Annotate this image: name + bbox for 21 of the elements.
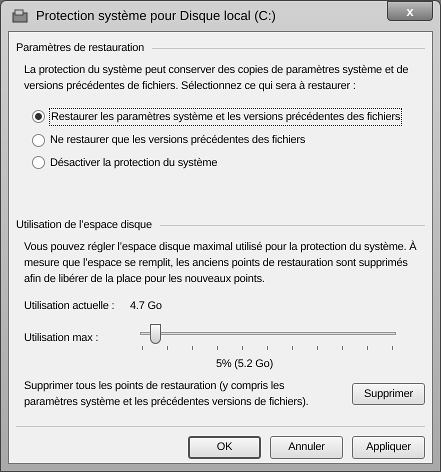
radio-button[interactable]: [32, 110, 45, 124]
delete-description: Supprimer tous les points de restauration (y compris les paramètres système et les précédentes versions de fichiers).: [24, 379, 310, 410]
dialog-button[interactable]: OK: [188, 436, 261, 459]
section-heading: Utilisation de l’espace disque: [16, 218, 152, 233]
max-usage-label: Utilisation max :: [24, 331, 100, 346]
max-usage-value: 5% (5.2 Go): [216, 356, 274, 372]
window-title: Protection système pour Disque local (C:): [36, 7, 277, 26]
description-text: La protection du système peut conserver des copies de paramètres système et de versions précédentes de fichiers. Sélectionnez ce qui sera à restaurer :: [23, 62, 410, 94]
radio-option[interactable]: Désactiver la protection du système: [32, 154, 425, 171]
section-heading: Paramètres de restauration: [16, 41, 144, 56]
dialog-button[interactable]: Annuler: [270, 436, 343, 459]
current-usage-label: Utilisation actuelle :: [24, 299, 116, 314]
window-icon: [12, 8, 28, 24]
radio-button[interactable]: [32, 134, 45, 147]
radio-button[interactable]: [32, 156, 45, 170]
delete-button[interactable]: Supprimer: [352, 383, 425, 405]
radio-option[interactable]: Ne restaurer que les versions précédentes des fichiers: [32, 132, 425, 148]
slider-thumb[interactable]: [150, 324, 161, 344]
dialog-button[interactable]: Appliquer: [352, 436, 425, 459]
current-usage-value: 4.7 Go: [130, 299, 162, 314]
description-text: Vous pouvez régler l’espace disque maximal utilisé pour la protection du système. À mesure que l’espace se remplit, les anciens points de restauration sont supprimés afin de libérer de la place pour les nouveaux points.: [23, 240, 418, 286]
